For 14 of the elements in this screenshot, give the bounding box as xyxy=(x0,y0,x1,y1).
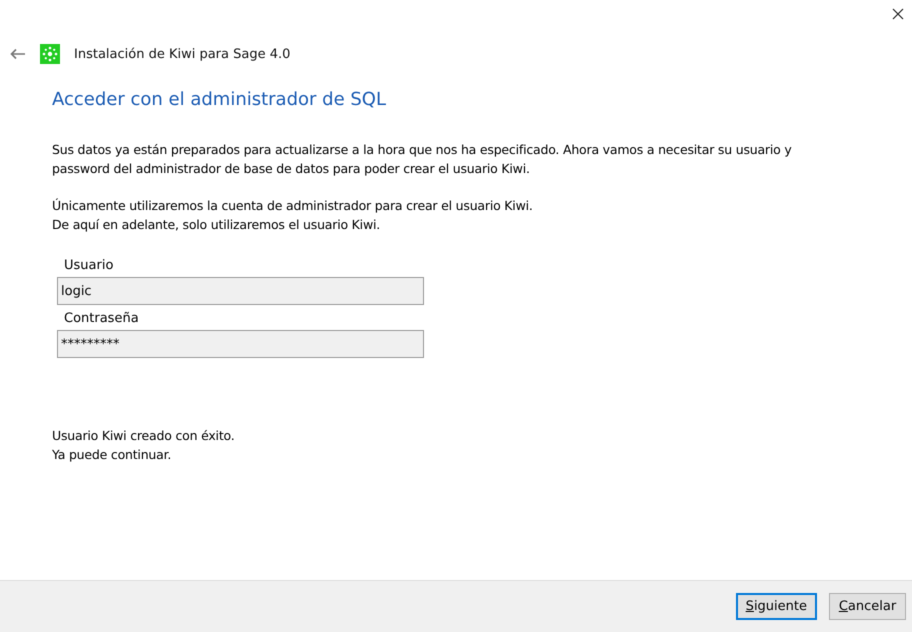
info-paragraph: Únicamente utilizaremos la cuenta de administrador para crear el usuario Kiwi. De aquí en adelante, solo utilizaremos el usuario Kiwi. xyxy=(52,197,534,234)
app-logo-icon xyxy=(40,44,60,64)
input-field[interactable]: ********* xyxy=(57,330,424,358)
window-title: Instalación de Kiwi para Sage 4.0 xyxy=(74,46,290,62)
field-label: Usuario xyxy=(64,258,114,273)
input-field[interactable]: logic xyxy=(57,277,424,305)
dialog-button[interactable]: Cancelar xyxy=(829,593,906,620)
dialog-button[interactable]: Siguiente xyxy=(736,593,817,620)
status-message: Usuario Kiwi creado con éxito. Ya puede continuar. xyxy=(52,427,236,464)
back-arrow-icon[interactable] xyxy=(10,48,26,60)
close-icon[interactable] xyxy=(892,8,904,20)
info-paragraph: Sus datos ya están preparados para actualizarse a la hora que nos ha especificado. Ahora vamos a necesitar su usuario y password del administrador de base de datos para poder crear el usuario Kiwi. xyxy=(52,141,793,178)
field-label: Contraseña xyxy=(64,311,140,326)
page-heading: Acceder con el administrador de SQL xyxy=(52,89,387,110)
